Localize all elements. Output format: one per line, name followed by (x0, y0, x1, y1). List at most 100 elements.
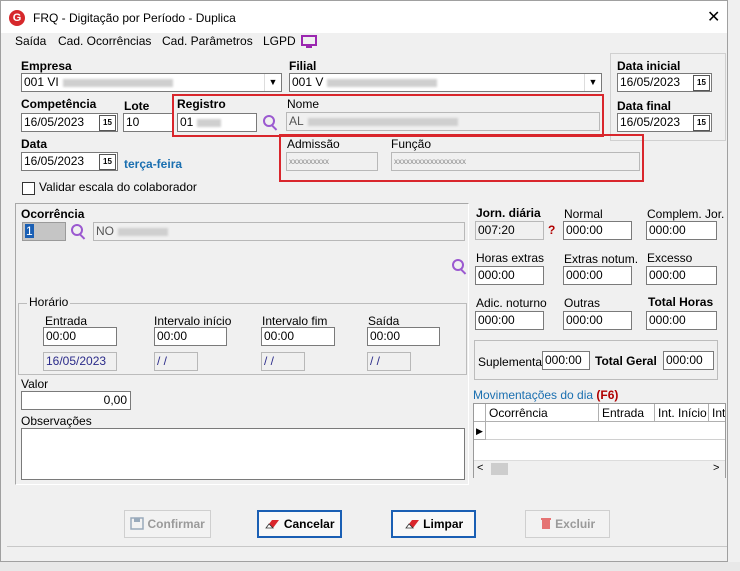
grid-col-int-inicio[interactable]: Int. Início (655, 404, 709, 422)
total-geral-label: Total Geral (595, 354, 657, 368)
excesso-label: Excesso (647, 251, 693, 265)
cancelar-label: Cancelar (283, 517, 335, 531)
eraser-icon (265, 520, 280, 529)
ocorrencia-desc-field: NO (93, 222, 465, 241)
menu-cad-ocorrencias[interactable]: Cad. Ocorrências (58, 34, 151, 48)
horas-extras-label: Horas extras (476, 251, 545, 265)
ocorrencia-label: Ocorrência (21, 207, 85, 221)
excluir-label: Excluir (555, 517, 596, 531)
saida-field[interactable]: 00:00 (367, 327, 440, 346)
menu-cad-parametros[interactable]: Cad. Parâmetros (162, 34, 253, 48)
status-bar (7, 546, 727, 561)
extras-noturn-field[interactable]: 000:00 (563, 266, 632, 285)
suplementar-field[interactable]: 000:00 (542, 351, 590, 370)
data-final-field[interactable]: 16/05/2023 15 (617, 113, 712, 132)
validar-checkbox[interactable] (22, 182, 35, 195)
search-icon[interactable] (452, 259, 466, 273)
observacoes-textarea[interactable] (21, 428, 465, 480)
empresa-value: 001 VI (24, 75, 59, 89)
lote-value: 10 (126, 115, 140, 129)
movimentacoes-title: Movimentações do dia (473, 388, 594, 402)
chevron-down-icon[interactable]: ▼ (584, 74, 601, 91)
save-icon (130, 517, 144, 530)
total-horas-field: 000:00 (646, 311, 717, 330)
data-final-value: 16/05/2023 (620, 115, 681, 129)
menu-bar: Saída Cad. Ocorrências Cad. Parâmetros L… (1, 33, 727, 53)
int-fim-field[interactable]: 00:00 (261, 327, 335, 346)
ocorrencia-redacted (118, 227, 168, 236)
chevron-down-icon[interactable]: ▼ (264, 74, 281, 91)
scroll-thumb[interactable] (491, 463, 508, 475)
excesso-field[interactable]: 000:00 (646, 266, 717, 285)
valor-label: Valor (21, 377, 49, 391)
complem-field[interactable]: 000:00 (646, 221, 717, 240)
registro-redacted (197, 118, 222, 127)
scroll-left-icon[interactable]: < (477, 462, 483, 474)
saida-date: / / (367, 352, 411, 371)
confirmar-button[interactable]: Confirmar (124, 510, 211, 538)
data-inicial-field[interactable]: 16/05/2023 15 (617, 73, 712, 92)
data-final-label: Data final (617, 99, 672, 113)
calendar-icon[interactable]: 15 (99, 154, 116, 170)
registro-label: Registro (177, 97, 226, 111)
data-inicial-value: 16/05/2023 (620, 75, 681, 89)
excluir-button[interactable]: Excluir (525, 510, 610, 538)
background-window-bottom (0, 562, 740, 571)
int-inicio-label: Intervalo início (154, 314, 232, 328)
close-icon[interactable]: ✕ (707, 7, 720, 27)
search-icon[interactable] (71, 224, 85, 238)
monitor-icon[interactable] (301, 35, 317, 49)
menu-lgpd[interactable]: LGPD (263, 34, 296, 48)
help-icon[interactable]: ? (548, 223, 555, 237)
data-field[interactable]: 16/05/2023 15 (21, 152, 118, 171)
movimentacoes-grid[interactable]: Ocorrência Entrada Int. Início Int ▶ < > (473, 403, 726, 478)
empresa-combo[interactable]: 001 VI ▼ (21, 73, 282, 92)
int-inicio-date: / / (154, 352, 198, 371)
search-icon[interactable] (263, 115, 277, 129)
grid-col-ocorrencia[interactable]: Ocorrência (486, 404, 599, 422)
limpar-button[interactable]: Limpar (391, 510, 476, 538)
outras-field[interactable]: 000:00 (563, 311, 632, 330)
validar-label: Validar escala do colaborador (39, 180, 197, 194)
filial-value: 001 V (292, 75, 324, 89)
competencia-value: 16/05/2023 (24, 115, 85, 129)
data-label: Data (21, 137, 48, 151)
eraser-icon (405, 520, 419, 529)
title-bar: G FRQ - Digitação por Período - Duplica … (1, 1, 727, 33)
grid-col-entrada[interactable]: Entrada (599, 404, 655, 422)
complem-label: Complem. Jor. (647, 207, 725, 221)
total-geral-field: 000:00 (663, 351, 714, 370)
lote-field[interactable]: 10 (123, 113, 173, 132)
row-indicator-icon: ▶ (474, 422, 486, 440)
scroll-right-icon[interactable]: > (713, 462, 719, 474)
grid-col-int[interactable]: Int (709, 404, 725, 422)
nome-redacted (307, 117, 458, 126)
ocorrencia-code-field[interactable]: 1 (22, 222, 66, 241)
calendar-icon[interactable]: 15 (693, 75, 710, 91)
grid-empty-row[interactable] (486, 422, 725, 440)
normal-field[interactable]: 000:00 (563, 221, 632, 240)
adic-noturno-label: Adic. noturno (476, 296, 547, 310)
calendar-icon[interactable]: 15 (693, 115, 710, 131)
menu-saida[interactable]: Saída (15, 34, 46, 48)
limpar-label: Limpar (423, 517, 464, 531)
funcao-field: xxxxxxxxxxxxxxxxxx (391, 152, 640, 171)
admissao-field: xxxxxxxxxx (286, 152, 378, 171)
competencia-label: Competência (21, 97, 97, 111)
entrada-field[interactable]: 00:00 (43, 327, 117, 346)
valor-field[interactable]: 0,00 (21, 391, 131, 410)
registro-field[interactable]: 01 (177, 113, 257, 132)
filial-combo[interactable]: 001 V ▼ (289, 73, 602, 92)
calendar-icon[interactable]: 15 (99, 115, 116, 131)
admissao-label: Admissão (287, 137, 340, 151)
competencia-field[interactable]: 16/05/2023 15 (21, 113, 118, 132)
adic-noturno-field[interactable]: 000:00 (475, 311, 544, 330)
entrada-date: 16/05/2023 (43, 352, 117, 371)
horizontal-scrollbar[interactable]: < > (474, 460, 725, 478)
cancelar-button[interactable]: Cancelar (257, 510, 342, 538)
horas-extras-field[interactable]: 000:00 (475, 266, 544, 285)
int-fim-date: / / (261, 352, 305, 371)
background-window-strip (728, 0, 740, 571)
int-inicio-field[interactable]: 00:00 (154, 327, 227, 346)
confirmar-label: Confirmar (147, 517, 205, 531)
